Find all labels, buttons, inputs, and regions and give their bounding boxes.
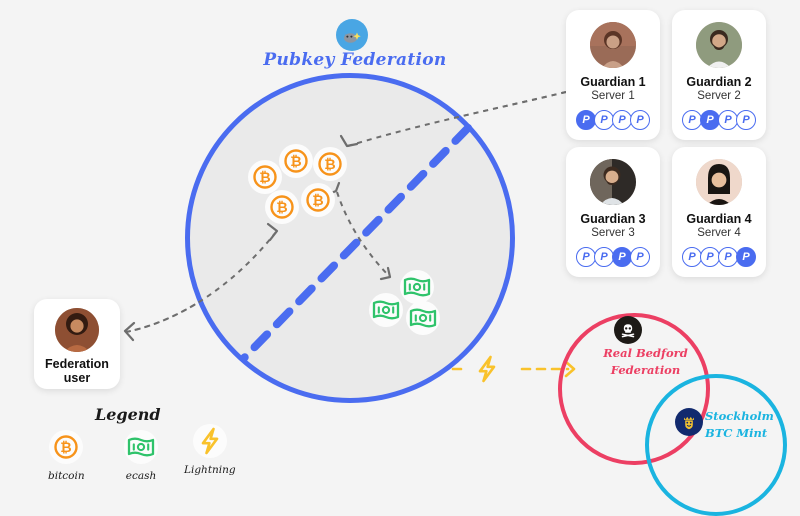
key-badge: P xyxy=(630,247,650,267)
federation-user-card[interactable]: Federation user xyxy=(34,299,120,389)
guardian-card-3[interactable]: Guardian 3 Server 3 P P P P xyxy=(566,147,660,277)
guardian-card-2[interactable]: Guardian 2 Server 2 P P P P xyxy=(672,10,766,140)
bitcoin-token xyxy=(265,190,299,224)
skull-and-crossbones-icon xyxy=(614,316,642,344)
key-badge: P xyxy=(612,110,632,130)
lion-crest-icon xyxy=(675,408,703,436)
key-badge: P xyxy=(700,110,720,130)
stockholm-btc-mint-label: Stockholm BTC Mint xyxy=(705,408,791,441)
guardian-2-avatar xyxy=(696,22,742,68)
arrowhead-to-bitcoin-top xyxy=(266,222,279,242)
bitcoin-icon xyxy=(49,430,84,464)
legend-label: Lightning xyxy=(184,464,236,476)
bitcoin-token xyxy=(248,160,282,194)
legend-label: bitcoin xyxy=(48,470,85,482)
key-badge: P xyxy=(736,110,756,130)
guardian-server: Server 2 xyxy=(697,90,741,102)
ecash-token xyxy=(406,301,440,335)
key-badge: P xyxy=(682,247,702,267)
guardian-card-1[interactable]: Guardian 1 Server 1 P P P P xyxy=(566,10,660,140)
federation-user-label-line2: user xyxy=(63,371,91,386)
legend-item-ecash: ecash xyxy=(124,430,158,482)
legend-title: Legend xyxy=(95,405,161,424)
guardian-1-avatar xyxy=(590,22,636,68)
bitcoin-icon xyxy=(306,188,330,212)
lightning-bolt-icon xyxy=(192,424,227,458)
key-badge: P xyxy=(594,247,614,267)
legend-item-lightning: Lightning xyxy=(184,424,236,476)
guardian-server: Server 4 xyxy=(697,227,741,239)
legend-label: ecash xyxy=(125,470,157,482)
bitcoin-token xyxy=(313,147,347,181)
guardian-server: Server 1 xyxy=(591,90,635,102)
bitcoin-icon xyxy=(253,165,277,189)
real-bedford-federation-label: Real Bedford Federation xyxy=(593,345,698,378)
guardian-key-badges: P P P P xyxy=(576,110,650,130)
guardian-name: Guardian 4 xyxy=(686,212,752,226)
federation-user-label-line1: Federation xyxy=(45,357,109,371)
key-badge: P xyxy=(700,247,720,267)
key-badge: P xyxy=(612,247,632,267)
federation-user-avatar xyxy=(55,308,99,352)
bitcoin-icon xyxy=(284,149,308,173)
bitcoin-icon xyxy=(318,152,342,176)
connector-user-to-bitcoin-top xyxy=(125,231,277,333)
pubkey-logo-icon xyxy=(336,19,368,51)
key-badge: P xyxy=(718,110,738,130)
guardian-name: Guardian 3 xyxy=(580,212,646,226)
ecash-banknote-icon xyxy=(409,308,437,328)
federation-user-label: Federation user xyxy=(37,357,117,386)
diagram-canvas: ₿ bitcoin pool --> ecash --> xyxy=(0,0,800,516)
key-badge: P xyxy=(682,110,702,130)
ecash-banknote-icon xyxy=(403,277,431,297)
ecash-token xyxy=(400,270,434,304)
guardian-3-avatar xyxy=(590,159,636,205)
st-label-line1: Stockholm xyxy=(705,409,774,423)
key-badge: P xyxy=(630,110,650,130)
guardian-key-badges: P P P P xyxy=(682,110,756,130)
stockholm-btc-mint-circle[interactable] xyxy=(645,374,787,516)
guardian-key-badges: P P P P xyxy=(682,247,756,267)
key-badge: P xyxy=(594,110,614,130)
guardian-4-avatar xyxy=(696,159,742,205)
arrowhead-to-federation-top xyxy=(339,134,359,148)
guardian-name: Guardian 2 xyxy=(686,75,752,89)
guardian-server: Server 3 xyxy=(591,227,635,239)
guardian-key-badges: P P P P xyxy=(576,247,650,267)
key-badge: P xyxy=(718,247,738,267)
ecash-banknote-icon xyxy=(372,300,400,320)
rb-label-line2: Federation xyxy=(610,362,681,377)
bitcoin-token xyxy=(301,183,335,217)
rb-label-line1: Real Bedford xyxy=(603,346,688,360)
ecash-banknote-icon xyxy=(124,430,158,464)
bitcoin-icon xyxy=(270,195,294,219)
key-badge: P xyxy=(576,110,596,130)
page-title: Pubkey Federation xyxy=(263,50,447,70)
guardian-card-4[interactable]: Guardian 4 Server 4 P P P P xyxy=(672,147,766,277)
guardian-name: Guardian 1 xyxy=(580,75,646,89)
st-label-line2: BTC Mint xyxy=(705,425,768,440)
legend-item-bitcoin: bitcoin xyxy=(48,430,85,482)
key-badge: P xyxy=(576,247,596,267)
bitcoin-token xyxy=(279,144,313,178)
ecash-token xyxy=(369,293,403,327)
key-badge: P xyxy=(736,247,756,267)
